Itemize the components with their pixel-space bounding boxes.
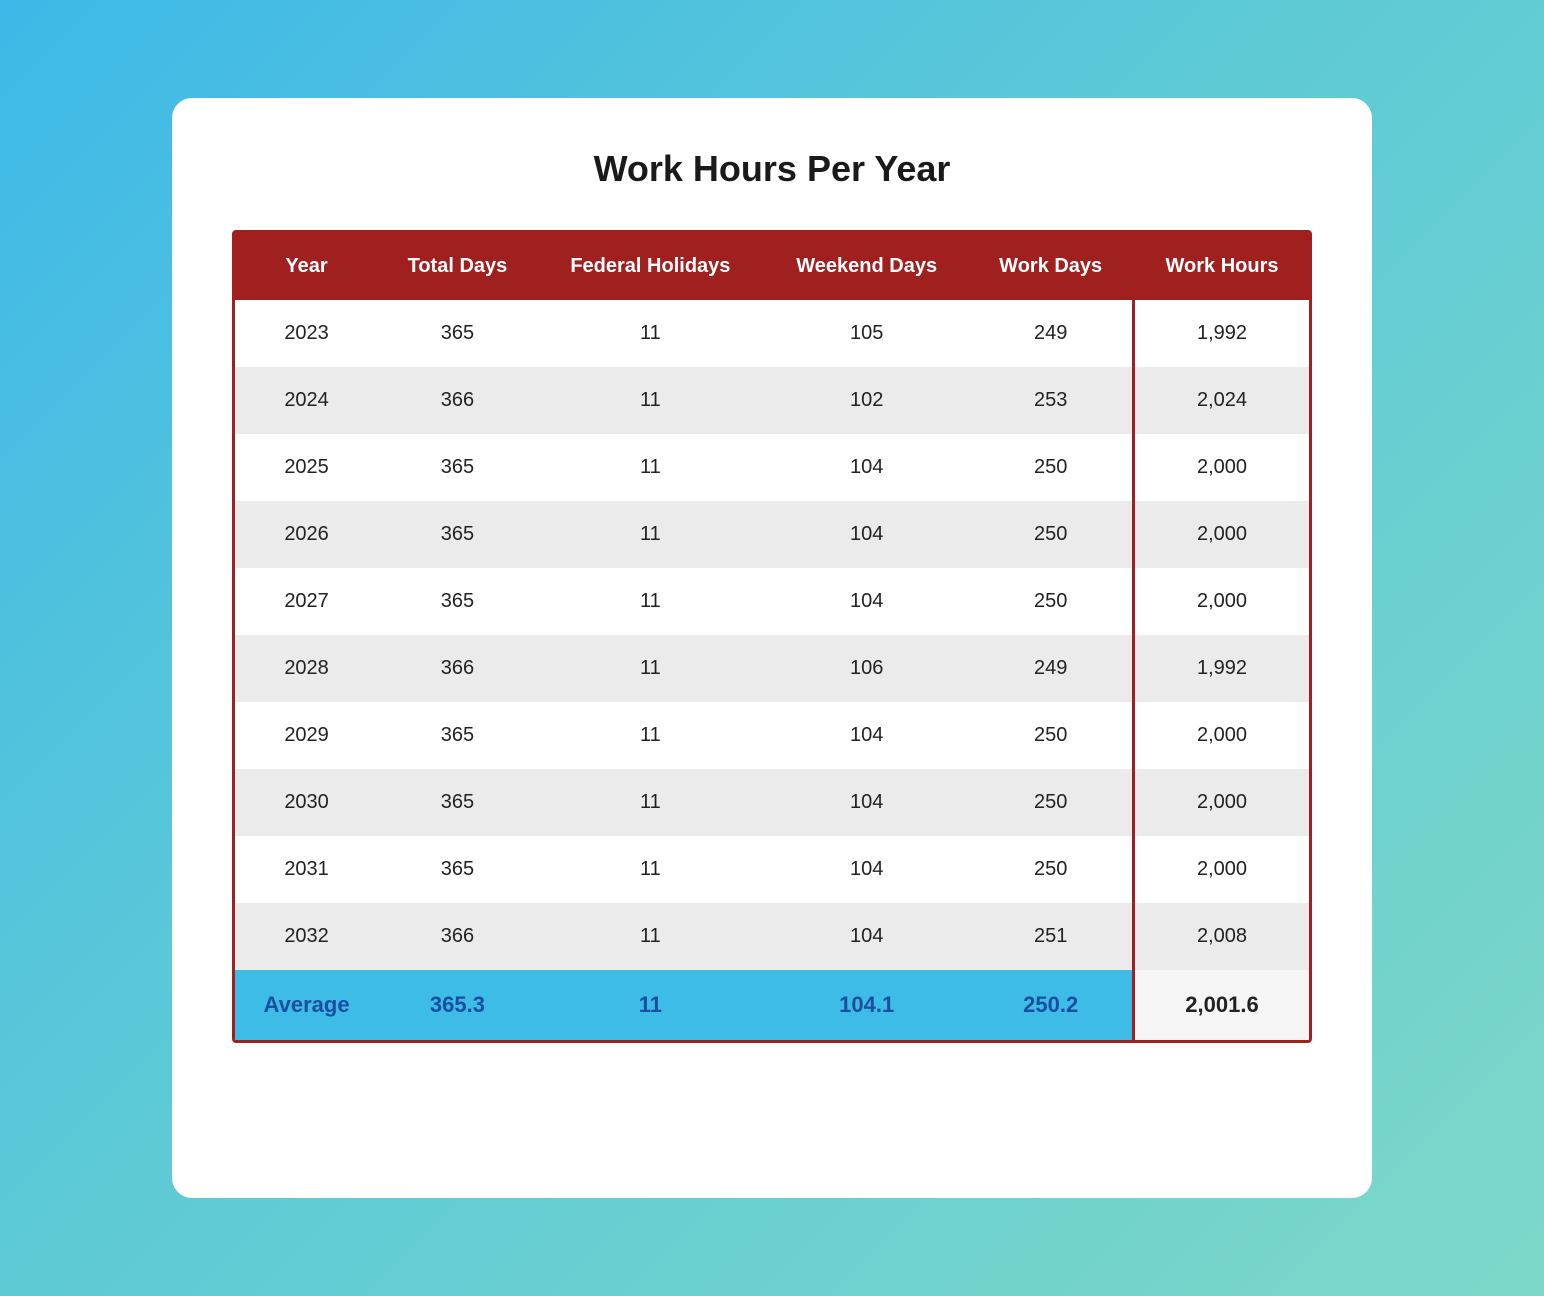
table-cell: 102 (764, 367, 969, 434)
table-cell: 2024 (235, 367, 378, 434)
table-cell: 2,000 (1134, 836, 1310, 903)
table-cell: 11 (537, 769, 764, 836)
table-cell: 249 (969, 300, 1133, 367)
table-cell: 2,008 (1134, 903, 1310, 970)
table-cell: 11 (537, 635, 764, 702)
table-cell: 2023 (235, 300, 378, 367)
table-row: 2024366111022532,024 (235, 367, 1309, 434)
table-cell: 250 (969, 769, 1133, 836)
page-title: Work Hours Per Year (594, 148, 951, 190)
table-cell: 2,000 (1134, 702, 1310, 769)
table-cell: 365 (378, 702, 537, 769)
table-cell: 11 (537, 568, 764, 635)
col-header-total-days: Total Days (378, 233, 537, 300)
col-header-year: Year (235, 233, 378, 300)
table-row: 2032366111042512,008 (235, 903, 1309, 970)
table-row: 2030365111042502,000 (235, 769, 1309, 836)
table-row: 2027365111042502,000 (235, 568, 1309, 635)
table-cell: 105 (764, 300, 969, 367)
table-wrapper: Year Total Days Federal Holidays Weekend… (232, 230, 1312, 1043)
table-cell: 104 (764, 501, 969, 568)
table-row: 2031365111042502,000 (235, 836, 1309, 903)
table-cell: 365 (378, 769, 537, 836)
table-header-row: Year Total Days Federal Holidays Weekend… (235, 233, 1309, 300)
table-cell: 2,000 (1134, 501, 1310, 568)
table-cell: 11 (537, 903, 764, 970)
table-cell: 366 (378, 903, 537, 970)
table-cell: 2,000 (1134, 568, 1310, 635)
data-table: Year Total Days Federal Holidays Weekend… (235, 233, 1309, 1040)
card: Work Hours Per Year Year Total Days Fede… (172, 98, 1372, 1198)
table-row: 2025365111042502,000 (235, 434, 1309, 501)
table-cell: 104 (764, 903, 969, 970)
col-header-work-days: Work Days (969, 233, 1133, 300)
table-cell: 251 (969, 903, 1133, 970)
table-row: 2029365111042502,000 (235, 702, 1309, 769)
table-row: 2028366111062491,992 (235, 635, 1309, 702)
table-cell: 365 (378, 300, 537, 367)
table-cell: 253 (969, 367, 1133, 434)
table-cell: 1,992 (1134, 635, 1310, 702)
average-cell: 11 (537, 970, 764, 1040)
table-cell: 104 (764, 702, 969, 769)
table-row: 2026365111042502,000 (235, 501, 1309, 568)
table-cell: 104 (764, 434, 969, 501)
table-cell: 2,000 (1134, 769, 1310, 836)
table-cell: 2031 (235, 836, 378, 903)
table-row: 2023365111052491,992 (235, 300, 1309, 367)
table-cell: 106 (764, 635, 969, 702)
table-cell: 104 (764, 769, 969, 836)
table-cell: 104 (764, 836, 969, 903)
table-cell: 250 (969, 568, 1133, 635)
table-cell: 250 (969, 501, 1133, 568)
table-cell: 2,000 (1134, 434, 1310, 501)
table-cell: 11 (537, 367, 764, 434)
average-work-hours-cell: 2,001.6 (1134, 970, 1310, 1040)
table-cell: 249 (969, 635, 1133, 702)
table-cell: 365 (378, 434, 537, 501)
average-cell: 104.1 (764, 970, 969, 1040)
table-cell: 365 (378, 501, 537, 568)
table-cell: 2030 (235, 769, 378, 836)
table-cell: 2029 (235, 702, 378, 769)
table-cell: 104 (764, 568, 969, 635)
table-cell: 2028 (235, 635, 378, 702)
table-cell: 2026 (235, 501, 378, 568)
table-cell: 365 (378, 568, 537, 635)
table-cell: 11 (537, 702, 764, 769)
table-cell: 250 (969, 836, 1133, 903)
col-header-federal-holidays: Federal Holidays (537, 233, 764, 300)
table-cell: 11 (537, 836, 764, 903)
table-cell: 250 (969, 434, 1133, 501)
table-cell: 366 (378, 635, 537, 702)
table-cell: 11 (537, 434, 764, 501)
table-cell: 2,024 (1134, 367, 1310, 434)
table-cell: 11 (537, 501, 764, 568)
table-cell: 250 (969, 702, 1133, 769)
table-cell: 2032 (235, 903, 378, 970)
average-cell: 365.3 (378, 970, 537, 1040)
table-cell: 11 (537, 300, 764, 367)
table-cell: 2027 (235, 568, 378, 635)
average-cell: Average (235, 970, 378, 1040)
table-cell: 365 (378, 836, 537, 903)
col-header-weekend-days: Weekend Days (764, 233, 969, 300)
average-cell: 250.2 (969, 970, 1133, 1040)
col-header-work-hours: Work Hours (1134, 233, 1310, 300)
table-cell: 2025 (235, 434, 378, 501)
average-row: Average365.311104.1250.22,001.6 (235, 970, 1309, 1040)
table-cell: 366 (378, 367, 537, 434)
table-cell: 1,992 (1134, 300, 1310, 367)
